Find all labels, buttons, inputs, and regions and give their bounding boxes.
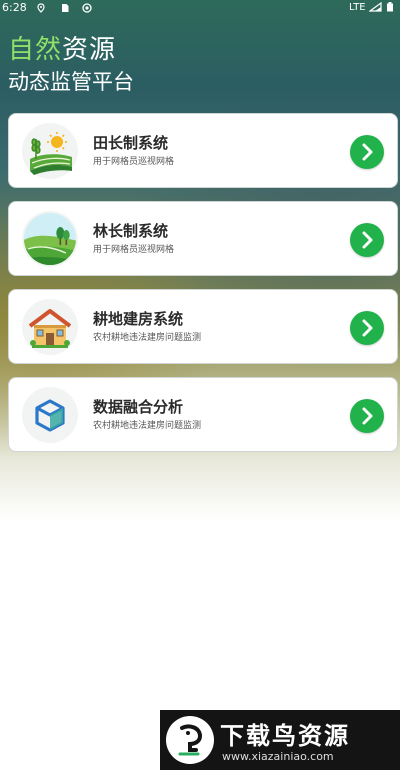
forest-hills-icon bbox=[24, 213, 76, 265]
app-header: 自然资源 动态监管平台 bbox=[8, 34, 134, 96]
chevron-right-icon bbox=[362, 319, 373, 337]
go-button[interactable] bbox=[350, 311, 384, 345]
data-cube-icon bbox=[35, 399, 65, 432]
status-bar: 6:28 LTE bbox=[0, 0, 400, 16]
bird-logo-icon bbox=[178, 724, 203, 756]
app-subtitle: 动态监管平台 bbox=[8, 70, 134, 94]
watermark-text: 下载鸟资源 bbox=[220, 722, 350, 750]
card-field-system[interactable]: 田长制系统 用于网格员巡视网格 bbox=[8, 113, 398, 188]
card-title: 田长制系统 bbox=[93, 134, 169, 152]
status-time: 6:28 bbox=[2, 1, 27, 14]
go-button[interactable] bbox=[350, 399, 384, 433]
card-title: 耕地建房系统 bbox=[93, 310, 184, 328]
farm-field-sun-icon bbox=[30, 132, 72, 175]
card-title: 数据融合分析 bbox=[93, 398, 184, 416]
card-subtitle: 用于网格员巡视网格 bbox=[93, 157, 175, 167]
network-type: LTE bbox=[349, 2, 366, 13]
card-subtitle: 用于网格员巡视网格 bbox=[93, 245, 175, 255]
sim-card-icon bbox=[62, 4, 69, 12]
status-right: LTE bbox=[349, 0, 394, 16]
chevron-right-icon bbox=[362, 143, 373, 161]
card-icon-wrap bbox=[22, 123, 78, 179]
card-building-system[interactable]: 耕地建房系统 农村耕地违法建房问题监测 bbox=[8, 289, 398, 364]
watermark-url: www.xiazainiao.com bbox=[222, 750, 334, 763]
card-icon-wrap bbox=[22, 387, 78, 443]
chevron-right-icon bbox=[362, 231, 373, 249]
title-accent: 自然 bbox=[8, 35, 63, 65]
go-button[interactable] bbox=[350, 223, 384, 257]
app-title: 自然资源 bbox=[8, 34, 134, 66]
title-rest: 资源 bbox=[62, 35, 117, 65]
card-title: 林长制系统 bbox=[93, 222, 169, 240]
card-data-analysis[interactable]: 数据融合分析 农村耕地违法建房问题监测 bbox=[8, 377, 398, 452]
card-subtitle: 农村耕地违法建房问题监测 bbox=[93, 333, 202, 343]
watermark-logo bbox=[166, 716, 214, 764]
card-icon-wrap bbox=[22, 299, 78, 355]
chevron-right-icon bbox=[362, 407, 373, 425]
house-icon bbox=[28, 309, 72, 348]
site-watermark: 下载鸟资源 www.xiazainiao.com bbox=[160, 710, 400, 770]
card-subtitle: 农村耕地违法建房问题监测 bbox=[93, 421, 202, 431]
card-forest-system[interactable]: 林长制系统 用于网格员巡视网格 bbox=[8, 201, 398, 276]
location-icon bbox=[37, 3, 45, 13]
sync-icon bbox=[82, 3, 92, 13]
signal-icon bbox=[367, 1, 382, 12]
card-icon-wrap bbox=[22, 211, 78, 267]
battery-icon bbox=[387, 2, 393, 12]
go-button[interactable] bbox=[350, 135, 384, 169]
